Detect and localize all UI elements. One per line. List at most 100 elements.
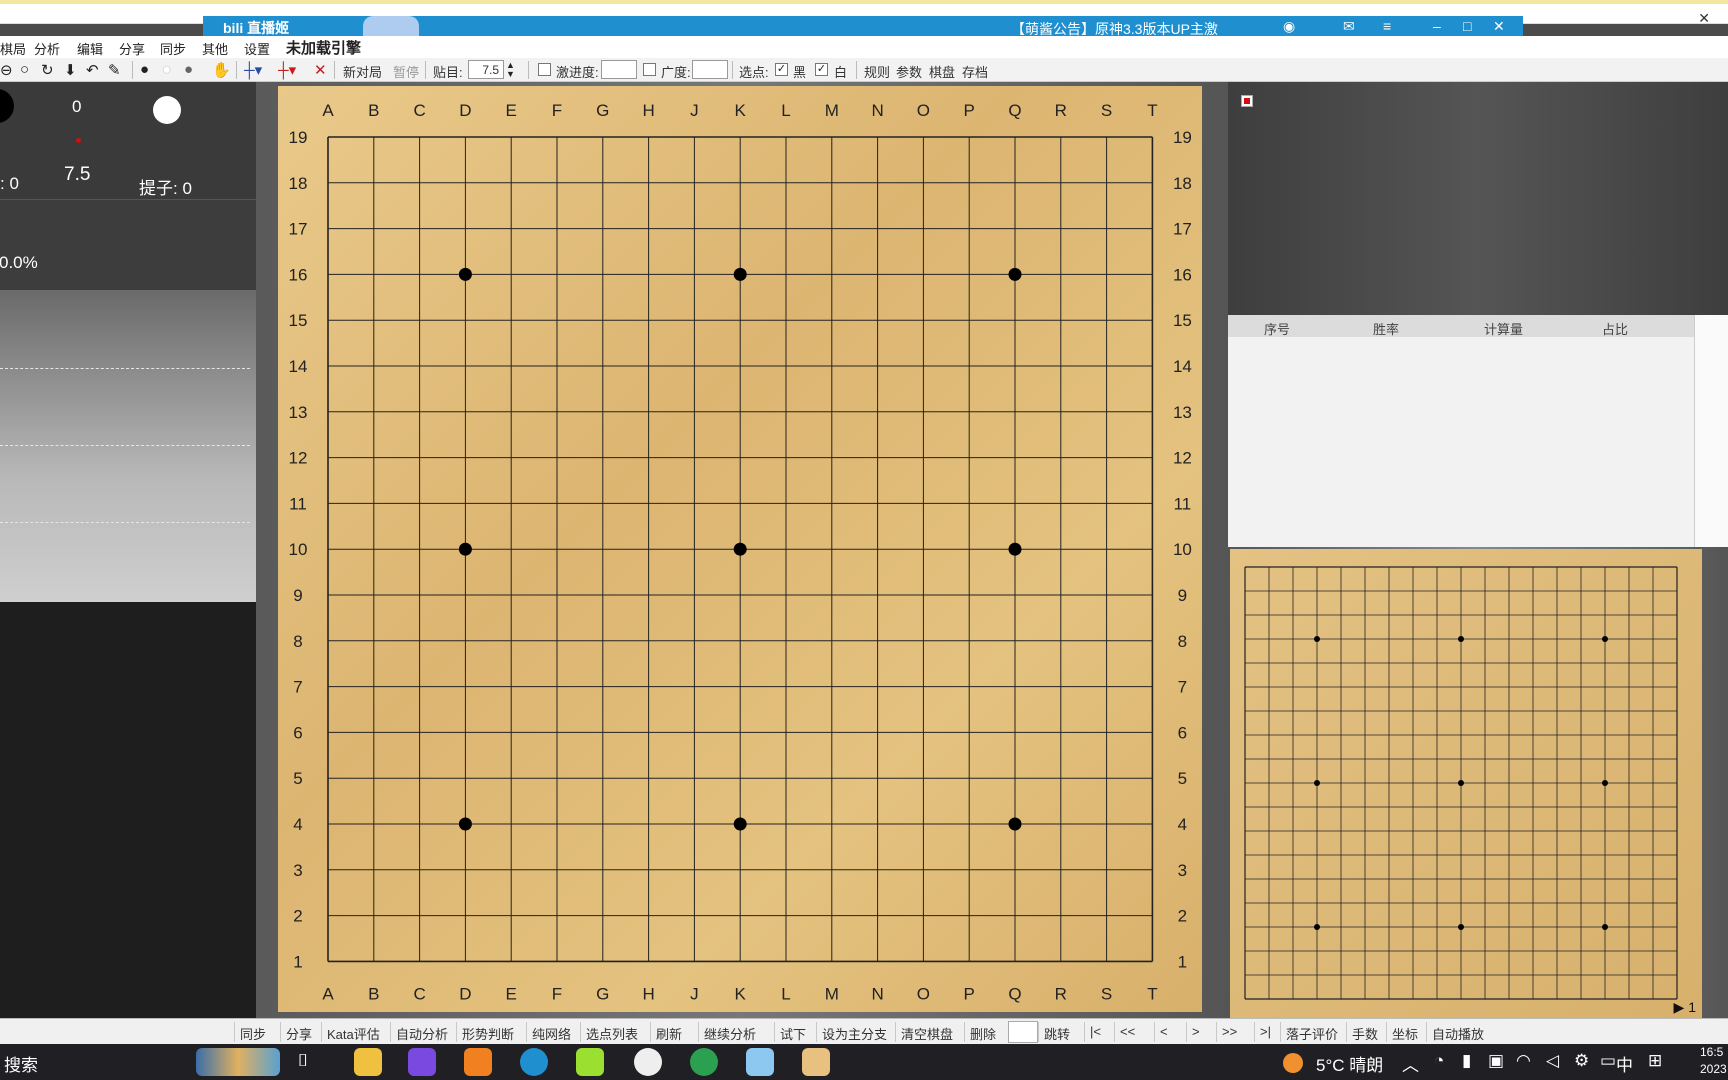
back-icon[interactable]: ⊖: [0, 61, 13, 79]
white-checkbox[interactable]: ✓: [815, 63, 828, 76]
bottom-button-9[interactable]: 试下: [780, 1024, 806, 1043]
breadth-input[interactable]: [692, 60, 728, 79]
bottom-button-13[interactable]: 跳转: [1044, 1024, 1070, 1043]
kook-app-icon[interactable]: [576, 1048, 604, 1076]
bottom-button-0[interactable]: 同步: [240, 1024, 266, 1043]
header-index[interactable]: 序号: [1264, 319, 1290, 338]
app-icon-white[interactable]: [634, 1048, 662, 1076]
params-button[interactable]: 参数: [896, 62, 922, 81]
bottom-button-20[interactable]: 落子评价: [1286, 1024, 1338, 1043]
bottom-button-12[interactable]: 删除: [970, 1024, 996, 1043]
volume-icon[interactable]: ◁: [1546, 1051, 1559, 1071]
board-button[interactable]: 棋盘: [929, 62, 955, 81]
black-stone-icon[interactable]: ●: [140, 61, 149, 78]
bottom-button-18[interactable]: >>: [1222, 1024, 1237, 1039]
close-icon[interactable]: ✕: [1493, 18, 1505, 35]
down-arrow-icon[interactable]: ⬇: [64, 61, 77, 79]
close-window-button[interactable]: ✕: [1698, 10, 1710, 27]
keyboard-icon[interactable]: ⊞: [1648, 1051, 1662, 1071]
clock-date[interactable]: 2023: [1700, 1062, 1727, 1076]
komi-input[interactable]: 7.5: [468, 60, 504, 79]
bottom-button-4[interactable]: 形势判断: [462, 1024, 514, 1043]
task-view-icon[interactable]: ⌷: [298, 1051, 308, 1071]
menu-item-share[interactable]: 分享: [119, 39, 145, 58]
white-stone-icon[interactable]: ●: [162, 61, 171, 78]
file-explorer-icon[interactable]: [354, 1048, 382, 1076]
black-checkbox[interactable]: ✓: [775, 63, 788, 76]
menu-item-other[interactable]: 其他: [202, 39, 228, 58]
menu-icon[interactable]: ≡: [1383, 18, 1391, 34]
bottom-button-11[interactable]: 清空棋盘: [901, 1024, 953, 1043]
bottom-button-6[interactable]: 选点列表: [586, 1024, 638, 1043]
bottom-button-10[interactable]: 设为主分支: [822, 1024, 887, 1043]
save-button[interactable]: 存档: [962, 62, 988, 81]
bottom-button-7[interactable]: 刷新: [656, 1024, 682, 1043]
microphone-icon[interactable]: ▮: [1462, 1051, 1471, 1071]
bottom-button-15[interactable]: <<: [1120, 1024, 1135, 1039]
header-ratio[interactable]: 占比: [1602, 319, 1628, 338]
go-app-icon[interactable]: [802, 1048, 830, 1076]
alternate-stone-icon[interactable]: ●: [184, 61, 193, 78]
pencil-icon[interactable]: ✎: [108, 61, 121, 79]
aggressive-checkbox[interactable]: [538, 63, 551, 76]
bottom-button-1[interactable]: 分享: [286, 1024, 312, 1043]
mini-play-button[interactable]: ▶ 1: [1668, 997, 1702, 1018]
maximize-icon[interactable]: □: [1463, 18, 1471, 34]
bottom-button-8[interactable]: 继续分析: [704, 1024, 756, 1043]
row-label-left: 10: [289, 540, 308, 559]
aggressive-input[interactable]: [601, 60, 637, 79]
bottom-button-3[interactable]: 自动分析: [396, 1024, 448, 1043]
scrollbar[interactable]: [1694, 315, 1728, 547]
breadth-checkbox[interactable]: [643, 63, 656, 76]
bottom-button-16[interactable]: <: [1160, 1024, 1168, 1039]
pause-button[interactable]: 暂停: [393, 62, 419, 81]
clear-marks-icon[interactable]: ✕: [314, 61, 327, 79]
bottom-button-14[interactable]: |<: [1090, 1024, 1101, 1039]
bottom-button-2[interactable]: Kata评估: [327, 1024, 380, 1043]
rotate-icon[interactable]: ↻: [41, 61, 54, 79]
mini-board[interactable]: ▶ 1: [1230, 549, 1702, 1018]
app-icon-green[interactable]: [690, 1048, 718, 1076]
clock-time[interactable]: 16:5: [1700, 1045, 1723, 1059]
avatar[interactable]: ◉: [1283, 18, 1295, 35]
menu-item-analyze[interactable]: 分析: [34, 39, 60, 58]
header-visits[interactable]: 计算量: [1484, 319, 1523, 338]
bottom-button-17[interactable]: >: [1192, 1024, 1200, 1039]
menu-item-game[interactable]: 棋局: [0, 39, 26, 58]
bottom-button-21[interactable]: 手数: [1352, 1024, 1378, 1043]
new-game-button[interactable]: 新对局: [343, 62, 382, 81]
edge-browser-icon[interactable]: [520, 1048, 548, 1076]
act-app-icon[interactable]: [464, 1048, 492, 1076]
ime-indicator[interactable]: 中: [1616, 1051, 1633, 1076]
bluetooth-icon[interactable]: ⚙: [1574, 1051, 1589, 1071]
jump-move-input[interactable]: [1008, 1021, 1038, 1043]
bottom-button-19[interactable]: >|: [1260, 1024, 1271, 1039]
board-grid[interactable]: AA19 19BB18 18CC17 17DD16 16EE15 15FF14 14GG13…: [278, 86, 1202, 1012]
komi-stepper[interactable]: ▲ ▼: [506, 61, 515, 79]
menu-item-sync[interactable]: 同步: [160, 39, 186, 58]
coordinate-marker-icon[interactable]: ┼▾: [244, 61, 262, 79]
bottom-button-5[interactable]: 纯网络: [532, 1024, 571, 1043]
menu-item-settings[interactable]: 设置: [244, 39, 270, 58]
network-icon[interactable]: ◔: [1434, 1051, 1444, 1071]
go-board[interactable]: A A 19 19 B B 18 18 C C 17 17 D D 16 16 E E 15 15 F F 14 14 G G 13…: [278, 86, 1202, 1012]
wifi-icon[interactable]: ◠: [1516, 1051, 1531, 1071]
battery-icon[interactable]: ▭: [1600, 1051, 1616, 1071]
marker-dropdown-icon[interactable]: ┼▾: [278, 61, 296, 79]
taskbar-search[interactable]: 搜索: [4, 1051, 38, 1076]
undo-icon[interactable]: ↶: [86, 61, 99, 79]
weather-text[interactable]: 5°C 晴朗: [1316, 1051, 1383, 1076]
app-icon-purple[interactable]: [408, 1048, 436, 1076]
bottom-button-23[interactable]: 自动播放: [1432, 1024, 1484, 1043]
menu-item-edit[interactable]: 编辑: [77, 39, 103, 58]
screen-icon[interactable]: ▣: [1488, 1051, 1504, 1071]
bilibili-live-icon[interactable]: [746, 1048, 774, 1076]
bottom-button-22[interactable]: 坐标: [1392, 1024, 1418, 1043]
rules-button[interactable]: 规则: [864, 62, 890, 81]
header-winrate[interactable]: 胜率: [1373, 319, 1399, 338]
circle-icon[interactable]: ○: [20, 61, 29, 78]
minimize-icon[interactable]: –: [1433, 18, 1441, 34]
mail-icon[interactable]: ✉: [1343, 18, 1355, 35]
hand-icon[interactable]: ✋: [212, 61, 231, 79]
tray-chevron-icon[interactable]: ︿: [1402, 1051, 1419, 1076]
